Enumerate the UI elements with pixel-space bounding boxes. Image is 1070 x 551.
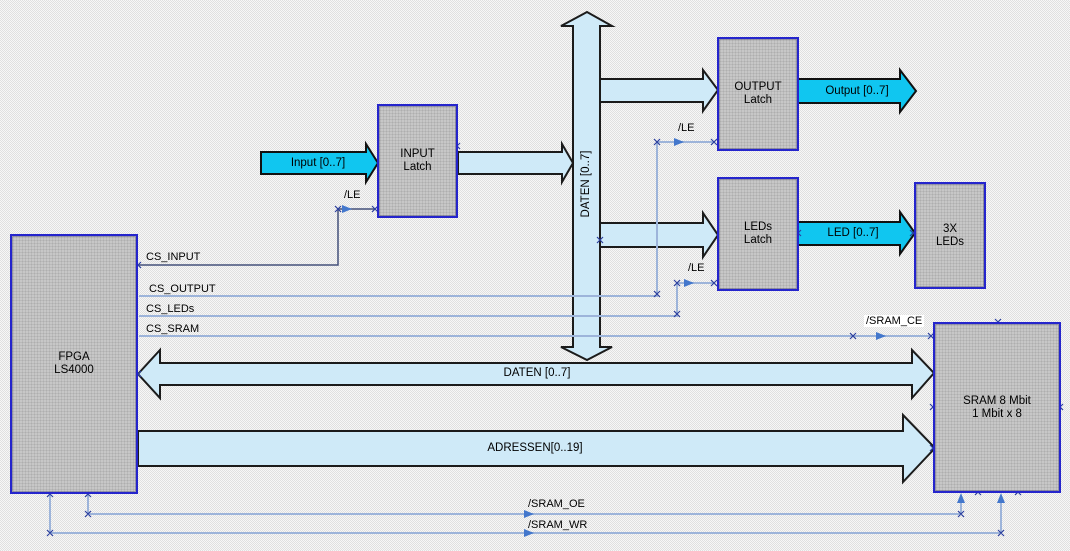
signal-label-cs-input: CS_INPUT <box>146 251 201 263</box>
signal-label-sram-oe: /SRAM_OE <box>528 498 585 510</box>
block-fpga-line1: FPGA <box>58 351 90 363</box>
signal-label-sram-wr: /SRAM_WR <box>528 519 588 531</box>
junction-markers <box>46 138 1064 537</box>
block-sram-line2: 1 Mbit x 8 <box>972 407 1022 420</box>
block-3x-leds-line2: LEDs <box>935 235 965 248</box>
signal-label-sram-ce: /SRAM_CE <box>864 315 925 327</box>
block-input-latch-line2: Latch <box>403 161 432 173</box>
signal-label-cs-leds: CS_LEDs <box>146 303 195 315</box>
bus-daten-to-ledslatch-arrow <box>599 209 720 261</box>
block-leds-latch-line1: LEDs <box>743 221 773 233</box>
block-fpga: FPGA LS4000 <box>10 234 138 494</box>
block-leds-latch-line2: Latch <box>743 234 773 246</box>
bus-label-adressen: ADRESSEN[0..19] <box>487 442 583 454</box>
connector-layer <box>46 10 1064 537</box>
block-3x-leds: 3X LEDs <box>914 182 986 289</box>
schematic-canvas: FPGA LS4000 INPUT Latch OUTPUT Latch LED… <box>0 0 1070 551</box>
signal-label-cs-output: CS_OUTPUT <box>149 283 216 295</box>
block-output-latch-line2: Latch <box>743 94 773 106</box>
block-leds-latch: LEDs Latch <box>717 177 799 291</box>
cs-leds-le-line <box>139 282 714 317</box>
signal-label-le-input: /LE <box>344 189 361 201</box>
bus-inputlatch-to-daten-arrow <box>457 140 575 186</box>
signal-label-le-output: /LE <box>678 122 695 134</box>
bus-daten-to-outputlatch-arrow <box>599 67 720 115</box>
block-sram-line1: SRAM 8 Mbit <box>963 394 1031 407</box>
block-input-latch: INPUT Latch <box>377 104 458 218</box>
signal-label-le-leds: /LE <box>688 262 705 274</box>
signal-label-cs-sram: CS_SRAM <box>146 323 200 335</box>
block-fpga-line2: LS4000 <box>54 364 94 376</box>
bus-label-output: Output [0..7] <box>825 85 889 97</box>
block-output-latch: OUTPUT Latch <box>717 37 799 151</box>
bus-label-daten-vertical: DATEN [0..7] <box>580 150 592 218</box>
block-output-latch-line1: OUTPUT <box>734 81 782 93</box>
block-sram: SRAM 8 Mbit 1 Mbit x 8 <box>933 322 1061 493</box>
bus-label-daten-horizontal: DATEN [0..7] <box>503 367 571 379</box>
bus-label-led: LED [0..7] <box>827 227 879 239</box>
bus-label-input: Input [0..7] <box>290 157 346 169</box>
block-3x-leds-line1: 3X <box>942 222 958 235</box>
block-input-latch-line1: INPUT <box>400 148 435 160</box>
